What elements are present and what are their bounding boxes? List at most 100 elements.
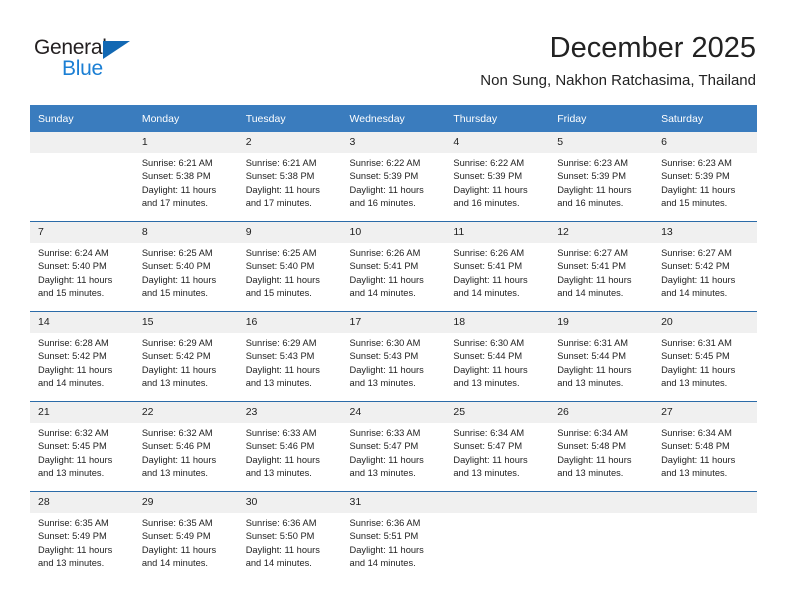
daylight-text-line2: and 14 minutes. [141,558,208,569]
calendar-day-cell[interactable]: 17 Sunrise: 6:30 AM Sunset: 5:43 PM Dayligh… [341,311,446,402]
sunrise-text: Sunrise: 6:25 AM [141,248,213,258]
day-number: 14 [30,312,134,333]
day-details: Sunrise: 6:33 AM Sunset: 5:47 PM Daylight:… [342,423,446,481]
day-number: 6 [653,132,757,153]
calendar-day-cell[interactable]: 20 Sunrise: 6:31 AM Sunset: 5:45 PM Dayligh… [653,311,757,402]
calendar-day-cell[interactable]: 16 Sunrise: 6:29 AM Sunset: 5:43 PM Dayligh… [237,311,342,402]
calendar-day-cell[interactable]: 29 Sunrise: 6:35 AM Sunset: 5:49 PM Dayligh… [133,491,238,581]
calendar-day-cell[interactable]: 5 Sunrise: 6:23 AM Sunset: 5:39 PM Daylight… [549,132,654,222]
day-number: 30 [237,492,342,513]
page-header: General Blue December 2025 Non Sung, Nak… [0,0,792,100]
daylight-text-line2: and 14 minutes. [349,288,416,299]
calendar-day-cell[interactable]: 30 Sunrise: 6:36 AM Sunset: 5:50 PM Dayligh… [237,491,342,581]
sunset-text: Sunset: 5:44 PM [557,351,626,362]
sunrise-text: Sunrise: 6:26 AM [453,248,525,258]
day-details: Sunrise: 6:26 AM Sunset: 5:41 PM Daylight:… [445,243,549,301]
sunset-text: Sunset: 5:45 PM [661,351,730,362]
calendar-day-cell[interactable]: 8 Sunrise: 6:25 AM Sunset: 5:40 PM Daylight… [133,221,238,312]
day-details: Sunrise: 6:25 AM Sunset: 5:40 PM Daylight:… [238,243,342,301]
daylight-text-line1: Daylight: 11 hours [349,454,424,465]
day-number: 16 [237,312,342,333]
calendar-header-row: Sunday Monday Tuesday Wednesday Thursday… [30,105,757,132]
daylight-text-line1: Daylight: 11 hours [38,454,113,465]
title-block: December 2025 Non Sung, Nakhon Ratchasim… [480,30,756,92]
sunrise-text: Sunrise: 6:33 AM [349,428,421,438]
calendar-day-cell[interactable]: 9 Sunrise: 6:25 AM Sunset: 5:40 PM Daylight… [237,221,342,312]
sunrise-text: Sunrise: 6:22 AM [453,158,525,168]
sunrise-text: Sunrise: 6:21 AM [245,158,317,168]
daylight-text-line2: and 14 minutes. [661,288,728,299]
day-number: 18 [445,312,550,333]
day-details: Sunrise: 6:30 AM Sunset: 5:44 PM Daylight:… [445,333,549,391]
day-number: 2 [237,132,342,153]
sunset-text: Sunset: 5:42 PM [38,351,107,362]
calendar-day-cell[interactable]: 12 Sunrise: 6:27 AM Sunset: 5:41 PM Dayligh… [549,221,654,312]
page-title: December 2025 [549,32,756,64]
sunrise-text: Sunrise: 6:27 AM [661,248,732,258]
calendar-day-cell[interactable]: 24 Sunrise: 6:33 AM Sunset: 5:47 PM Dayligh… [341,401,446,492]
daylight-text-line2: and 17 minutes. [141,198,208,209]
calendar-day-cell[interactable]: 3 Sunrise: 6:22 AM Sunset: 5:39 PM Daylight… [341,132,446,222]
daylight-text-line2: and 16 minutes. [557,198,624,209]
sunset-text: Sunset: 5:48 PM [557,441,626,452]
calendar-day-cell[interactable]: 21 Sunrise: 6:32 AM Sunset: 5:45 PM Dayligh… [30,401,134,492]
calendar-day-cell[interactable]: 26 Sunrise: 6:34 AM Sunset: 5:48 PM Dayligh… [549,401,654,492]
day-number [445,492,550,513]
logo-triangle-icon [103,41,130,59]
calendar-day-cell[interactable]: 2 Sunrise: 6:21 AM Sunset: 5:38 PM Daylight… [237,132,342,222]
day-details: Sunrise: 6:21 AM Sunset: 5:38 PM Daylight:… [238,153,342,211]
calendar-day-cell[interactable]: 4 Sunrise: 6:22 AM Sunset: 5:39 PM Daylight… [445,132,550,222]
day-details: Sunrise: 6:29 AM Sunset: 5:43 PM Daylight:… [238,333,342,391]
calendar-day-cell[interactable]: 13 Sunrise: 6:27 AM Sunset: 5:42 PM Dayligh… [653,221,757,312]
calendar-day-cell[interactable]: 31 Sunrise: 6:36 AM Sunset: 5:51 PM Dayligh… [341,491,446,581]
calendar-week-row: 7 Sunrise: 6:24 AM Sunset: 5:40 PM Daylight… [30,221,757,312]
calendar-day-cell[interactable]: 1 Sunrise: 6:21 AM Sunset: 5:38 PM Daylight… [133,132,238,222]
day-number [30,132,134,153]
sunrise-text: Sunrise: 6:35 AM [38,518,109,528]
sunrise-text: Sunrise: 6:24 AM [38,248,109,258]
calendar-day-cell[interactable]: 19 Sunrise: 6:31 AM Sunset: 5:44 PM Dayligh… [549,311,654,402]
day-number: 17 [341,312,446,333]
logo-text-blue: Blue [62,57,103,80]
day-details: Sunrise: 6:34 AM Sunset: 5:47 PM Daylight:… [445,423,549,481]
location-subtitle: Non Sung, Nakhon Ratchasima, Thailand [480,72,756,89]
day-number: 11 [445,222,550,243]
calendar-day-cell[interactable]: 15 Sunrise: 6:29 AM Sunset: 5:42 PM Dayligh… [133,311,238,402]
calendar-day-cell[interactable]: 22 Sunrise: 6:32 AM Sunset: 5:46 PM Dayligh… [133,401,238,492]
daylight-text-line1: Daylight: 11 hours [453,184,528,195]
sunset-text: Sunset: 5:38 PM [245,171,315,182]
daylight-text-line2: and 13 minutes. [661,468,728,479]
calendar-body: 1 Sunrise: 6:21 AM Sunset: 5:38 PM Daylight… [30,132,757,581]
sunset-text: Sunset: 5:39 PM [661,171,730,182]
calendar-day-cell[interactable]: 7 Sunrise: 6:24 AM Sunset: 5:40 PM Daylight… [30,221,134,312]
calendar-day-cell[interactable]: 18 Sunrise: 6:30 AM Sunset: 5:44 PM Dayligh… [445,311,550,402]
daylight-text-line1: Daylight: 11 hours [661,364,736,375]
calendar-day-cell[interactable]: 25 Sunrise: 6:34 AM Sunset: 5:47 PM Dayligh… [445,401,550,492]
daylight-text-line1: Daylight: 11 hours [557,274,632,285]
day-number: 29 [133,492,238,513]
calendar-day-cell[interactable]: 27 Sunrise: 6:34 AM Sunset: 5:48 PM Dayligh… [653,401,757,492]
day-details: Sunrise: 6:36 AM Sunset: 5:51 PM Daylight:… [342,513,446,571]
calendar-day-cell[interactable]: 11 Sunrise: 6:26 AM Sunset: 5:41 PM Dayligh… [445,221,550,312]
calendar-day-cell[interactable]: 28 Sunrise: 6:35 AM Sunset: 5:49 PM Dayligh… [30,491,134,581]
daylight-text-line2: and 14 minutes. [453,288,520,299]
sunrise-text: Sunrise: 6:22 AM [349,158,421,168]
day-details: Sunrise: 6:21 AM Sunset: 5:38 PM Daylight:… [134,153,238,211]
day-number: 1 [133,132,238,153]
sunrise-text: Sunrise: 6:32 AM [38,428,109,438]
day-details: Sunrise: 6:34 AM Sunset: 5:48 PM Daylight:… [653,423,757,481]
day-details: Sunrise: 6:27 AM Sunset: 5:42 PM Daylight:… [653,243,757,301]
day-details: Sunrise: 6:35 AM Sunset: 5:49 PM Daylight:… [134,513,238,571]
sunrise-text: Sunrise: 6:25 AM [245,248,317,258]
calendar-day-cell[interactable]: 10 Sunrise: 6:26 AM Sunset: 5:41 PM Dayligh… [341,221,446,312]
calendar-day-cell[interactable]: 14 Sunrise: 6:28 AM Sunset: 5:42 PM Dayligh… [30,311,134,402]
day-number: 15 [133,312,238,333]
calendar-day-cell[interactable]: 6 Sunrise: 6:23 AM Sunset: 5:39 PM Daylight… [653,132,757,222]
calendar-day-cell[interactable]: 23 Sunrise: 6:33 AM Sunset: 5:46 PM Dayligh… [237,401,342,492]
sunrise-text: Sunrise: 6:34 AM [453,428,525,438]
sunset-text: Sunset: 5:45 PM [38,441,107,452]
sunset-text: Sunset: 5:43 PM [245,351,315,362]
day-details: Sunrise: 6:23 AM Sunset: 5:39 PM Daylight:… [653,153,757,211]
weekday-header-wednesday: Wednesday [341,105,446,132]
sunrise-text: Sunrise: 6:23 AM [557,158,629,168]
